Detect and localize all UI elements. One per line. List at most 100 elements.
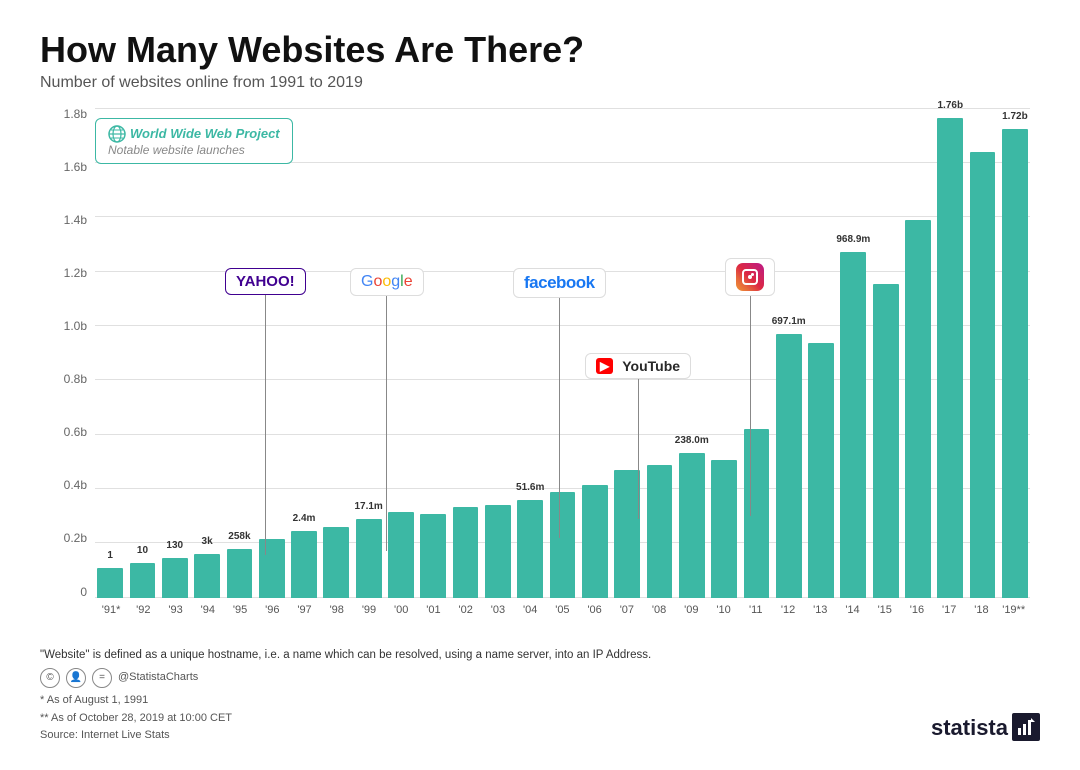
bar-group-27 bbox=[967, 108, 997, 598]
bar-value-21: 697.1m bbox=[772, 316, 806, 327]
x-label-19: '10 bbox=[707, 600, 739, 616]
footer-left: © 👤 = @StatistaCharts * As of August 1, … bbox=[40, 668, 232, 745]
x-label-1: '92 bbox=[127, 600, 159, 616]
bar-group-2: 130 bbox=[160, 108, 190, 598]
bar-value-0: 1 bbox=[107, 550, 113, 561]
bar-value-2: 130 bbox=[166, 540, 183, 551]
yahoo-label: YAHOO! bbox=[236, 273, 295, 290]
x-label-5: '96 bbox=[256, 600, 288, 616]
bar-group-3: 3k bbox=[192, 108, 222, 598]
footer-bottom: © 👤 = @StatistaCharts * As of August 1, … bbox=[40, 668, 1040, 745]
x-label-15: '06 bbox=[579, 600, 611, 616]
bar-group-0: 1 bbox=[95, 108, 125, 598]
bar-'02 bbox=[453, 507, 479, 598]
bar-'98 bbox=[323, 527, 349, 598]
x-label-17: '08 bbox=[643, 600, 675, 616]
x-label-13: '04 bbox=[514, 600, 546, 616]
x-label-7: '98 bbox=[321, 600, 353, 616]
bar-'19**: 1.72b bbox=[1002, 129, 1028, 597]
bar-'95: 258k bbox=[227, 549, 253, 598]
chart-subtitle: Number of websites online from 1991 to 2… bbox=[40, 74, 1040, 92]
x-label-22: '13 bbox=[804, 600, 836, 616]
x-label-4: '95 bbox=[224, 600, 256, 616]
bar-'92: 10 bbox=[130, 563, 156, 597]
bar-group-1: 10 bbox=[127, 108, 157, 598]
bar-'01 bbox=[420, 514, 446, 597]
bar-group-23: 968.9m bbox=[838, 108, 868, 598]
footer: "Website" is defined as a unique hostnam… bbox=[40, 646, 1040, 745]
google-callout: Google bbox=[350, 268, 424, 551]
person-icon: 👤 bbox=[66, 668, 86, 688]
x-label-11: '02 bbox=[450, 600, 482, 616]
bar-value-1: 10 bbox=[137, 545, 148, 556]
statista-text: statista bbox=[931, 710, 1008, 745]
instagram-callout bbox=[725, 258, 775, 516]
y-axis: 0 0.2b 0.4b 0.6b 0.8b 1.0b 1.2b 1.4b 1.6… bbox=[40, 108, 95, 598]
facebook-label: facebook bbox=[524, 273, 595, 293]
x-label-21: '12 bbox=[772, 600, 804, 616]
x-label-28: '19** bbox=[998, 600, 1030, 616]
bar-'17: 1.76b bbox=[937, 118, 963, 597]
x-axis: '91*'92'93'94'95'96'97'98'99'00'01'02'03… bbox=[95, 600, 1030, 638]
bar-group-11 bbox=[450, 108, 480, 598]
statista-icon bbox=[1012, 713, 1040, 741]
x-label-6: '97 bbox=[288, 600, 320, 616]
attribution-label: @StatistaCharts bbox=[118, 669, 198, 687]
bar-'94: 3k bbox=[194, 554, 220, 598]
x-label-14: '05 bbox=[546, 600, 578, 616]
bar-'15 bbox=[873, 284, 899, 598]
bar-value-28: 1.72b bbox=[1002, 111, 1028, 122]
x-label-27: '18 bbox=[965, 600, 997, 616]
bar-group-12 bbox=[483, 108, 513, 598]
note2: ** As of October 28, 2019 at 10:00 CET bbox=[40, 710, 232, 728]
y-label-08: 0.8b bbox=[64, 373, 87, 385]
bar-value-3: 3k bbox=[202, 536, 213, 547]
x-label-2: '93 bbox=[159, 600, 191, 616]
x-label-23: '14 bbox=[836, 600, 868, 616]
x-label-12: '03 bbox=[482, 600, 514, 616]
bar-'91*: 1 bbox=[97, 568, 123, 597]
bar-group-24 bbox=[871, 108, 901, 598]
x-label-20: '11 bbox=[740, 600, 772, 616]
x-label-25: '16 bbox=[901, 600, 933, 616]
youtube-callout: ▶ YouTube bbox=[585, 353, 691, 519]
yahoo-callout: YAHOO! bbox=[225, 268, 306, 555]
google-label: Google bbox=[361, 273, 413, 291]
y-label-14: 1.4b bbox=[64, 214, 87, 226]
note1: * As of August 1, 1991 bbox=[40, 692, 232, 710]
bar-group-7 bbox=[321, 108, 351, 598]
bar-group-22 bbox=[806, 108, 836, 598]
cc-logo: © bbox=[40, 668, 60, 688]
y-label-0: 0 bbox=[80, 586, 87, 598]
instagram-icon bbox=[736, 263, 764, 291]
bar-group-25 bbox=[903, 108, 933, 598]
y-label-12: 1.2b bbox=[64, 267, 87, 279]
bar-'13 bbox=[808, 343, 834, 598]
cc-icons: © 👤 = @StatistaCharts bbox=[40, 668, 232, 688]
yt-play-icon: ▶ bbox=[596, 358, 613, 374]
x-label-18: '09 bbox=[675, 600, 707, 616]
x-label-8: '99 bbox=[353, 600, 385, 616]
footer-notes: * As of August 1, 1991 ** As of October … bbox=[40, 692, 232, 745]
youtube-label: YouTube bbox=[622, 358, 680, 374]
statista-brand: statista bbox=[931, 710, 1040, 745]
definition-text: "Website" is defined as a unique hostnam… bbox=[40, 646, 1040, 664]
x-label-24: '15 bbox=[869, 600, 901, 616]
chart-title: How Many Websites Are There? bbox=[40, 30, 1040, 70]
x-label-10: '01 bbox=[417, 600, 449, 616]
bar-'18 bbox=[970, 152, 996, 598]
bar-'93: 130 bbox=[162, 558, 188, 597]
bar-'14: 968.9m bbox=[840, 252, 866, 597]
bar-'03 bbox=[485, 505, 511, 598]
x-label-9: '00 bbox=[385, 600, 417, 616]
y-label-18: 1.8b bbox=[64, 108, 87, 120]
bar-group-28: 1.72b bbox=[1000, 108, 1030, 598]
x-label-16: '07 bbox=[611, 600, 643, 616]
y-label-10: 1.0b bbox=[64, 320, 87, 332]
bar-'12: 697.1m bbox=[776, 334, 802, 597]
equals-icon: = bbox=[92, 668, 112, 688]
y-label-06: 0.6b bbox=[64, 426, 87, 438]
x-label-0: '91* bbox=[95, 600, 127, 616]
source: Source: Internet Live Stats bbox=[40, 727, 232, 745]
bar-'16 bbox=[905, 220, 931, 597]
